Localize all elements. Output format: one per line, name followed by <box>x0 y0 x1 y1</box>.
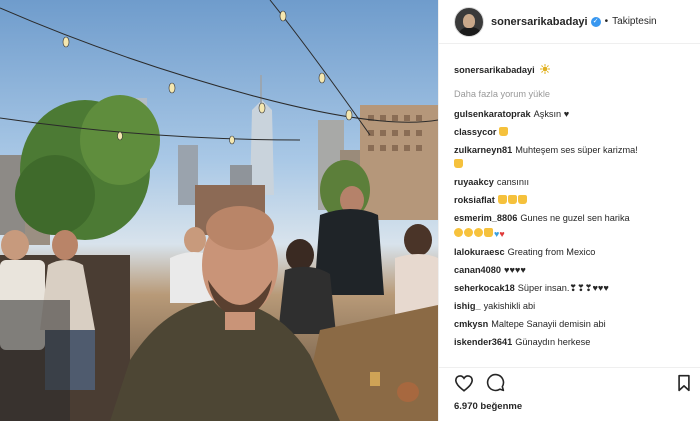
action-icons <box>454 373 691 397</box>
post-header: sonersarikabadayi ✓ • Takiptesin <box>439 0 700 44</box>
post-side-panel: sonersarikabadayi ✓ • Takiptesin sonersa… <box>438 0 700 421</box>
thumbs-up-emoji <box>499 127 509 136</box>
comments-list: sonersarikabadayi Daha fazla yorum yükle… <box>439 44 700 367</box>
smile-emoji <box>454 228 463 237</box>
comment-item: zulkarneyn81 Muhteşem ses süper karizma! <box>454 144 690 156</box>
bookmark-icon[interactable] <box>677 374 691 397</box>
likes-count[interactable]: 6.970 beğenme <box>454 401 691 412</box>
thumbs-up-emoji <box>507 195 517 204</box>
comment-item: ishig_ yakishikli abi <box>454 300 690 312</box>
thumbs-up-emoji <box>517 195 527 204</box>
comment-username[interactable]: classycor <box>454 127 496 137</box>
comment-text: Günaydın herkese <box>515 337 591 347</box>
comment-text: Maltepe Sanayii demisin abi <box>491 319 606 329</box>
post-photo[interactable] <box>0 0 438 421</box>
comment-item: iskender3641 Günaydın herkese <box>454 336 690 348</box>
comment-username[interactable]: gulsenkaratoprak <box>454 109 531 119</box>
comment-item: gulsenkaratoprak Aşksın ♥ <box>454 108 690 120</box>
comment-continuation: ♥♥ <box>454 227 690 240</box>
comment-username[interactable]: seherkocak18 <box>454 283 515 293</box>
comment-username[interactable]: iskender3641 <box>454 337 512 347</box>
photo-scene <box>0 0 438 421</box>
comment-username[interactable]: esmerim_8806 <box>454 213 517 223</box>
caption-username[interactable]: sonersarikabadayi <box>454 65 535 75</box>
comment-username[interactable]: zulkarneyn81 <box>454 145 512 155</box>
comment-text: Gunes ne guzel sen harika <box>520 213 630 223</box>
comment-text: Greating from Mexico <box>507 247 596 257</box>
comment-text: cansınıı <box>496 177 530 187</box>
avatar[interactable] <box>454 6 484 37</box>
comment-item: esmerim_8806 Gunes ne guzel sen harika <box>454 212 690 224</box>
comment-item: ruyaakcy cansınıı <box>454 176 690 188</box>
comment-continuation <box>454 158 690 170</box>
comment-text: ♥♥♥♥ <box>504 265 526 275</box>
comment-text: Aşksın ♥ <box>533 109 570 119</box>
thumbs-up-emoji <box>484 228 493 237</box>
post-actions: 6.970 beğenme <box>439 367 700 421</box>
comment-item: canan4080 ♥♥♥♥ <box>454 264 690 276</box>
comment-username[interactable]: lalokuraesc <box>454 247 505 257</box>
sun-emoji <box>540 64 551 77</box>
comment-username[interactable]: ishig_ <box>454 301 481 311</box>
comment-icon[interactable] <box>486 373 505 397</box>
caption: sonersarikabadayi <box>454 64 690 77</box>
comment-item: seherkocak18 Süper insan.❣❣❣♥♥♥ <box>454 282 690 294</box>
red-heart-emoji: ♥ <box>499 229 505 239</box>
comment-item: cmkysn Maltepe Sanayii demisin abi <box>454 318 690 330</box>
comment-text: Süper insan.❣❣❣♥♥♥ <box>517 283 609 293</box>
comment-text: yakishikli abi <box>483 301 536 311</box>
comment-username[interactable]: ruyaakcy <box>454 177 494 187</box>
thumbs-up-emoji <box>497 195 507 204</box>
thumbs-up-emoji <box>454 159 463 168</box>
separator-dot: • <box>604 16 609 27</box>
sun-emoji <box>474 228 483 237</box>
comment-item: roksiaflat <box>454 194 690 206</box>
comment-username[interactable]: cmkysn <box>454 319 488 329</box>
load-more-comments-link[interactable]: Daha fazla yorum yükle <box>454 89 690 99</box>
header-username[interactable]: sonersarikabadayi <box>491 16 588 28</box>
comment-text: Muhteşem ses süper karizma! <box>515 145 638 155</box>
comment-username[interactable]: canan4080 <box>454 265 501 275</box>
verified-badge-icon: ✓ <box>590 16 601 27</box>
smile-emoji <box>464 228 473 237</box>
heart-icon[interactable] <box>454 374 474 397</box>
comment-item: classycor <box>454 126 690 138</box>
comment-username[interactable]: roksiaflat <box>454 195 495 205</box>
comment-item: lalokuraesc Greating from Mexico <box>454 246 690 258</box>
follow-status-button[interactable]: Takiptesin <box>612 16 656 27</box>
